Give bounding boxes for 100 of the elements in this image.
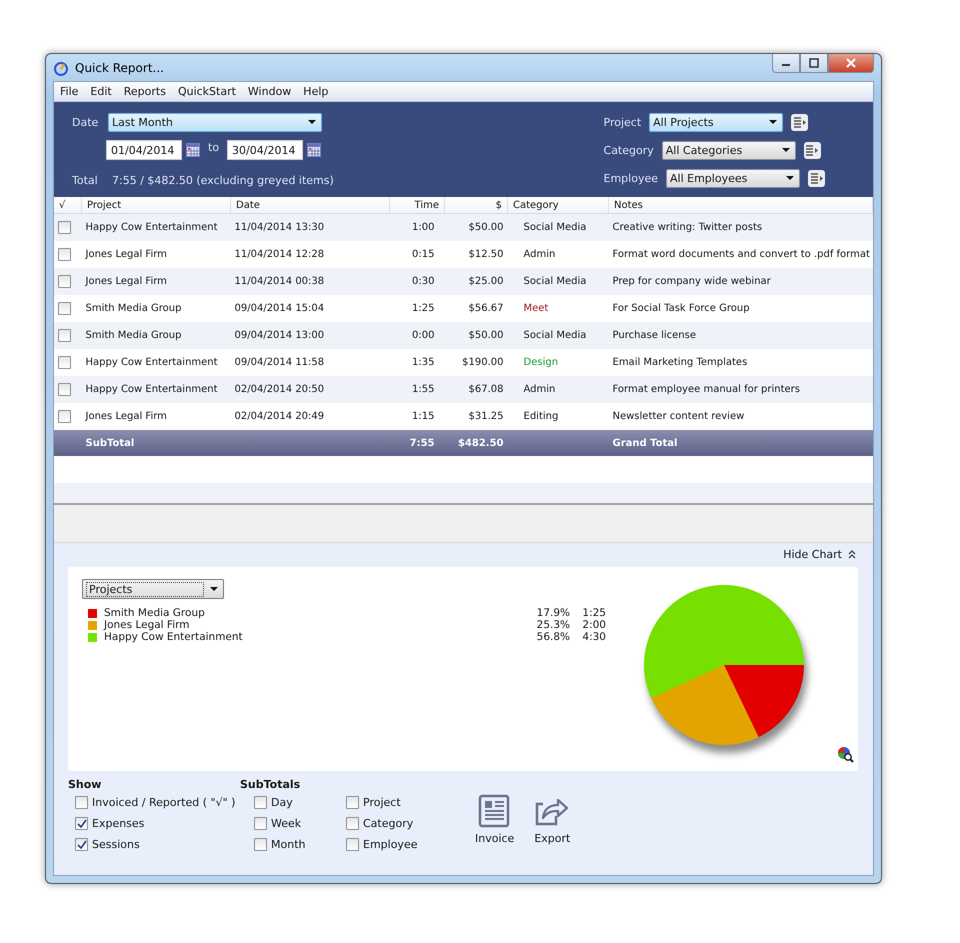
column-header[interactable]: Time [390, 197, 444, 214]
table-cell: Jones Legal Firm [82, 241, 230, 268]
subtotal-label: SubTotal [82, 430, 230, 456]
close-icon [845, 58, 857, 68]
column-header[interactable]: Notes [608, 197, 872, 214]
invoice-button[interactable]: Invoice [475, 794, 514, 855]
checkbox-label: Month [271, 838, 306, 851]
column-header[interactable]: Date [230, 197, 390, 214]
table-cell: 0:30 [390, 268, 444, 295]
maximize-icon [808, 58, 820, 68]
calendar-icon [307, 143, 322, 157]
column-header[interactable]: Category [508, 197, 608, 214]
filter-dropdown[interactable]: All Categories [662, 140, 796, 160]
hide-chart-link[interactable]: Hide Chart [783, 548, 842, 560]
table-cell: Happy Cow Entertainment [82, 376, 230, 403]
table-cell: Purchase license [608, 322, 872, 349]
list-arrow-icon [810, 172, 824, 184]
caret-icon [786, 176, 794, 180]
checkbox[interactable] [58, 302, 71, 315]
table-cell: 1:55 [390, 376, 444, 403]
subtotal-cell: $482.50 [444, 430, 508, 456]
subtotal-cell: 7:55 [390, 430, 444, 456]
table-cell: $25.00 [444, 268, 508, 295]
menu-item[interactable]: Window [242, 85, 298, 98]
filter-dropdown[interactable]: All Employees [666, 168, 800, 188]
checkbox[interactable] [58, 410, 71, 423]
table-cell: $50.00 [444, 214, 508, 241]
checkbox[interactable] [58, 221, 71, 234]
table-cell: Format employee manual for printers [608, 376, 872, 403]
checkbox[interactable] [58, 275, 71, 288]
menu-item[interactable]: Edit [84, 85, 118, 98]
menu-item[interactable]: QuickStart [172, 85, 242, 98]
legend-time: 1:25 [581, 607, 606, 619]
table-cell: 0:15 [390, 241, 444, 268]
checkbox[interactable] [58, 248, 71, 261]
legend-label: Smith Media Group [104, 607, 206, 619]
checkbox[interactable] [346, 838, 359, 851]
date-range-dropdown[interactable]: Last Month [108, 112, 322, 132]
splitter-bar[interactable] [54, 503, 873, 543]
checkbox[interactable] [58, 356, 71, 369]
table-cell: Social Media [508, 322, 608, 349]
menu-item[interactable]: File [54, 85, 84, 98]
column-header[interactable]: √ [54, 197, 82, 214]
table-cell: For Social Task Force Group [608, 295, 872, 322]
filter-dropdown[interactable]: All Projects [649, 112, 784, 132]
grand-total-label: Grand Total [608, 430, 872, 456]
close-button[interactable] [828, 54, 874, 73]
table-cell: 02/04/2014 20:49 [230, 403, 390, 430]
table-cell: $190.00 [444, 349, 508, 376]
checkbox-label: Day [271, 796, 293, 809]
table-cell: 1:25 [390, 295, 444, 322]
list-options-button[interactable] [808, 170, 825, 186]
filter-label: Date [72, 116, 100, 128]
export-button[interactable]: Export [534, 794, 570, 855]
checkbox[interactable] [75, 796, 88, 809]
checkbox[interactable] [75, 817, 88, 830]
checkbox[interactable] [346, 796, 359, 809]
table-cell: $31.25 [444, 403, 508, 430]
check-icon [76, 839, 88, 850]
checkbox[interactable] [346, 817, 359, 830]
checkbox[interactable] [254, 817, 267, 830]
minimize-button[interactable] [772, 54, 800, 73]
checkbox-label: Project [363, 796, 401, 809]
table-cell: 0:00 [390, 322, 444, 349]
checkbox[interactable] [254, 838, 267, 851]
checkbox[interactable] [254, 796, 267, 809]
date-field[interactable]: 01/04/2014 [106, 140, 182, 160]
list-options-button[interactable] [791, 114, 808, 130]
section-title: Show [68, 778, 102, 792]
table-cell: Smith Media Group [82, 322, 230, 349]
table-cell: Social Media [508, 214, 608, 241]
column-header[interactable]: $ [444, 197, 508, 214]
checkbox-label: Expenses [92, 817, 144, 830]
checkbox[interactable] [58, 329, 71, 342]
caret-icon [308, 120, 316, 124]
menu-item[interactable]: Help [297, 85, 334, 98]
caret-icon [769, 120, 778, 124]
checkbox-label: Invoiced / Reported ( "√" ) [92, 796, 236, 809]
checkbox[interactable] [58, 383, 71, 396]
legend-percent: 56.8% [536, 631, 570, 643]
table-cell: 09/04/2014 15:04 [230, 295, 390, 322]
table-cell: Smith Media Group [82, 295, 230, 322]
table-cell: Admin [508, 376, 608, 403]
table-cell: 11/04/2014 12:28 [230, 241, 390, 268]
group-by-dropdown[interactable]: Projects [82, 579, 224, 599]
table-cell: Happy Cow Entertainment [82, 349, 230, 376]
list-arrow-icon [792, 116, 807, 128]
checkbox[interactable] [75, 838, 88, 851]
column-header[interactable]: Project [82, 197, 230, 214]
table-cell: $50.00 [444, 322, 508, 349]
date-field[interactable]: 30/04/2014 [227, 140, 304, 160]
to-label: to [208, 140, 220, 154]
menu-item[interactable]: Reports [118, 85, 172, 98]
filter-label: Category [604, 144, 654, 156]
legend-percent: 25.3% [536, 619, 570, 631]
list-options-button[interactable] [804, 142, 821, 158]
total-label: Total [72, 174, 99, 186]
table-cell: Format word documents and convert to .pdf format [608, 241, 872, 268]
table-cell: $56.67 [444, 295, 508, 322]
maximize-button[interactable] [800, 54, 828, 73]
